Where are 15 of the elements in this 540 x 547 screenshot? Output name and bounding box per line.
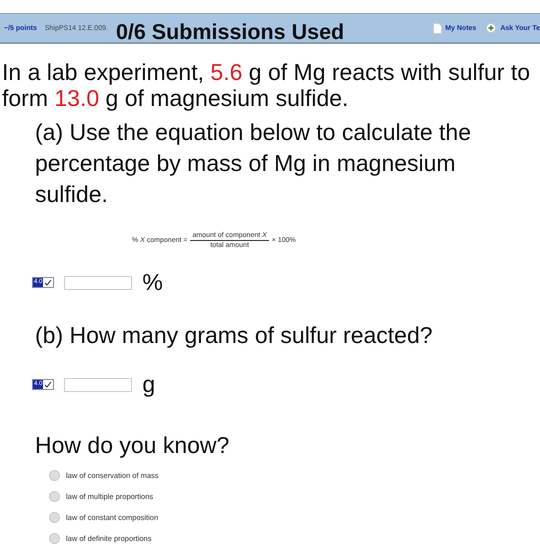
plus-icon[interactable] [486, 23, 496, 33]
answer-field[interactable] [64, 378, 132, 392]
radio-button[interactable] [49, 470, 60, 481]
radio-button[interactable] [49, 533, 60, 544]
radio-button[interactable] [49, 491, 60, 502]
problem-statement: In a lab experiment, 5.6 g of Mg reacts with sulfur to form 13.0 g of magnesium sulfide. [1, 59, 532, 111]
submissions-count: 0/6 Submissions Used [116, 20, 344, 44]
unit-label: g [142, 371, 156, 398]
note-icon[interactable] [433, 22, 442, 34]
answer-field[interactable] [64, 276, 132, 290]
unit-label: % [142, 269, 163, 296]
question-text: (b) How many grams of sulfur reacted? [35, 321, 434, 350]
question-text: (a) Use the equation below to calculate the percentage by mass of Mg in magnesium sulfide. [35, 118, 472, 209]
question-text: How do you know? [35, 431, 230, 460]
radio-button[interactable] [49, 512, 60, 523]
